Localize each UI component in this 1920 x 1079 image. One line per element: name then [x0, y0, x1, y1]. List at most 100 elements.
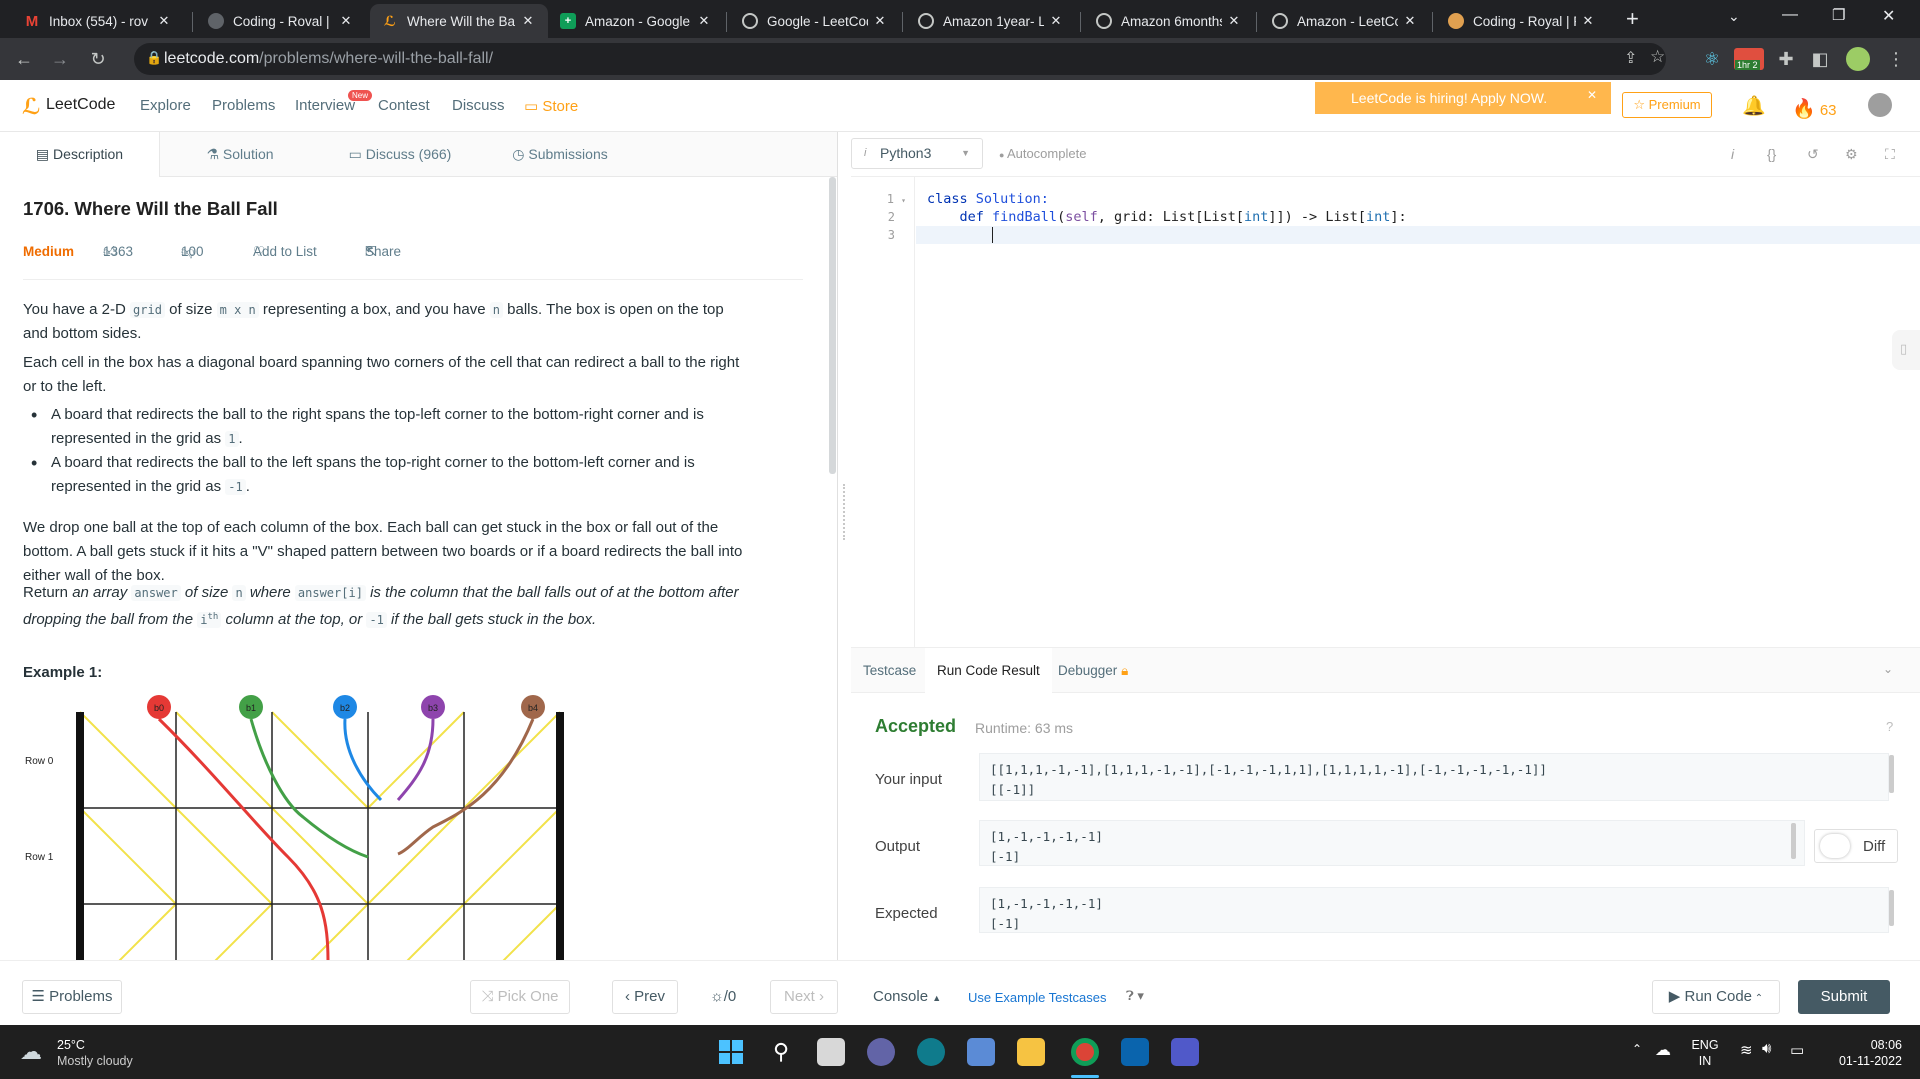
close-icon[interactable]: ✕: [156, 13, 172, 29]
info-icon[interactable]: i: [1731, 146, 1734, 162]
premium-button[interactable]: ☆ Premium: [1622, 92, 1712, 118]
volume-icon[interactable]: 🔊︎: [1762, 1040, 1771, 1057]
close-window-icon[interactable]: ✕: [1882, 6, 1895, 26]
hiring-banner[interactable]: LeetCode is hiring! Apply NOW. ✕: [1315, 82, 1611, 114]
nav-discuss[interactable]: Discuss: [452, 97, 505, 114]
browser-tab[interactable]: + Amazon - Google ✕: [548, 4, 724, 38]
photos-icon[interactable]: [967, 1038, 995, 1066]
react-devtools-icon[interactable]: ⚛: [1700, 47, 1724, 71]
profile-avatar[interactable]: [1846, 47, 1870, 71]
extension-icon[interactable]: 1hr 2: [1734, 48, 1764, 70]
browser-tab[interactable]: Coding - Roval | H ✕: [196, 4, 366, 38]
user-avatar-icon[interactable]: [1868, 93, 1892, 117]
close-icon[interactable]: ✕: [1587, 88, 1597, 102]
minimize-icon[interactable]: —: [1782, 6, 1798, 24]
battery-icon[interactable]: ▭: [1790, 1041, 1804, 1059]
leetcode-logo-icon[interactable]: ℒ: [22, 94, 41, 120]
extensions-puzzle-icon[interactable]: ✚: [1774, 47, 1798, 71]
tab-run-code-result[interactable]: Run Code Result: [925, 648, 1052, 693]
share-icon[interactable]: ⇪: [1624, 48, 1637, 68]
nav-problems[interactable]: Problems: [212, 97, 275, 114]
notification-bell-icon[interactable]: 🔔: [1742, 94, 1766, 118]
input-box[interactable]: [[1,1,1,-1,-1],[1,1,1,-1,-1],[-1,-1,-1,1…: [979, 753, 1889, 801]
diff-toggle[interactable]: Diff: [1814, 829, 1898, 863]
next-button[interactable]: Next ›: [770, 980, 838, 1014]
help-icon[interactable]: ?: [1886, 719, 1893, 734]
teams-chat-icon[interactable]: [867, 1038, 895, 1066]
weather-cloud-icon[interactable]: ☁: [20, 1039, 42, 1065]
nav-explore[interactable]: Explore: [140, 97, 191, 114]
prev-button[interactable]: ‹ Prev: [612, 980, 678, 1014]
code-editor[interactable]: 1 ▾ 2 3 class Solution: def findBall(sel…: [851, 177, 1920, 647]
restore-icon[interactable]: ❐: [1832, 6, 1845, 24]
weather-widget[interactable]: 25°C Mostly cloudy: [57, 1037, 133, 1069]
onedrive-icon[interactable]: ☁: [1655, 1040, 1671, 1060]
tab-description[interactable]: ▤ Description: [0, 132, 160, 177]
windows-start-icon[interactable]: [717, 1038, 745, 1066]
back-icon[interactable]: ←: [12, 47, 36, 71]
chrome-icon[interactable]: [1071, 1038, 1099, 1066]
close-icon[interactable]: ✕: [338, 13, 354, 29]
chevron-down-icon[interactable]: ⌄: [1883, 662, 1893, 676]
edge-icon[interactable]: [917, 1038, 945, 1066]
run-code-button[interactable]: ▶ Run Code ⌃: [1652, 980, 1780, 1014]
address-bar[interactable]: 🔒 leetcode.com/problems/where-will-the-b…: [134, 43, 1666, 75]
use-example-testcases-link[interactable]: Use Example Testcases: [968, 990, 1107, 1005]
browser-tab-active[interactable]: ℒ Where Will the Ba ✕: [370, 4, 548, 38]
tab-solution[interactable]: ⚗ Solution: [160, 132, 320, 177]
browser-tab[interactable]: Coding - Royal | F ✕: [1436, 4, 1608, 38]
close-icon[interactable]: ✕: [1402, 13, 1418, 29]
reload-icon[interactable]: ↻: [86, 47, 110, 71]
close-icon[interactable]: ✕: [1580, 13, 1596, 29]
scrollbar-thumb[interactable]: [829, 177, 836, 474]
problems-button[interactable]: ☰ Problems: [22, 980, 122, 1014]
close-icon[interactable]: ✕: [872, 13, 888, 29]
wifi-icon[interactable]: ≋: [1740, 1041, 1753, 1059]
leetcode-logo-text[interactable]: LeetCode: [46, 96, 115, 114]
new-tab-icon[interactable]: +: [1626, 6, 1639, 32]
nav-interview[interactable]: Interview: [295, 97, 355, 114]
search-icon[interactable]: ⚲: [767, 1038, 795, 1066]
toggle-switch[interactable]: [1820, 834, 1850, 858]
outlook-icon[interactable]: [1121, 1038, 1149, 1066]
fullscreen-icon[interactable]: ⛶: [1885, 146, 1895, 163]
tab-submissions[interactable]: ◷ Submissions: [480, 132, 640, 177]
help-icon[interactable]: ❓︎ ▾: [1126, 988, 1144, 1004]
teams-icon[interactable]: [1171, 1038, 1199, 1066]
chevron-up-icon[interactable]: ⌃: [1632, 1042, 1642, 1056]
close-icon[interactable]: ✕: [1226, 13, 1242, 29]
tab-debugger[interactable]: Debugger 🔒︎: [1058, 648, 1128, 693]
task-view-icon[interactable]: [817, 1038, 845, 1066]
scrollbar-thumb[interactable]: [1889, 755, 1894, 793]
reset-icon[interactable]: ↺: [1807, 146, 1819, 163]
nav-contest[interactable]: Contest: [378, 97, 430, 114]
browser-tab[interactable]: Amazon 6months ✕: [1084, 4, 1254, 38]
scrollbar-thumb[interactable]: [1889, 890, 1894, 926]
close-icon[interactable]: ✕: [1048, 13, 1064, 29]
tab-testcase[interactable]: Testcase: [863, 648, 916, 693]
language-indicator[interactable]: ENG IN: [1690, 1037, 1720, 1069]
browser-tab[interactable]: M Inbox (554) - rov ✕: [12, 4, 184, 38]
streak-counter[interactable]: 🔥 63: [1792, 97, 1837, 121]
close-icon[interactable]: ✕: [696, 13, 712, 29]
pick-one-button[interactable]: ⤨ Pick One: [470, 980, 570, 1014]
tab-discuss[interactable]: ▭ Discuss (966): [320, 132, 480, 177]
close-icon[interactable]: ✕: [520, 13, 536, 29]
bookmark-star-icon[interactable]: ☆: [1650, 47, 1665, 67]
braces-icon[interactable]: {}: [1767, 146, 1776, 162]
side-handle[interactable]: ▯: [1892, 330, 1920, 370]
console-toggle[interactable]: Console ▲: [873, 988, 941, 1005]
side-panel-icon[interactable]: ◧: [1808, 47, 1832, 71]
clock[interactable]: 08:06 01-11-2022: [1832, 1037, 1902, 1069]
nav-store[interactable]: ▭ Store: [524, 97, 578, 115]
forward-icon[interactable]: →: [48, 47, 72, 71]
browser-tab[interactable]: Amazon - LeetCo ✕: [1260, 4, 1430, 38]
browser-tab[interactable]: Amazon 1year- L ✕: [906, 4, 1076, 38]
scrollbar-thumb[interactable]: [1791, 823, 1796, 859]
file-explorer-icon[interactable]: [1017, 1038, 1045, 1066]
browser-tab[interactable]: Google - LeetCod ✕: [730, 4, 900, 38]
language-select[interactable]: i Python3 ▼: [851, 138, 983, 169]
submit-button[interactable]: Submit: [1798, 980, 1890, 1014]
autocomplete-toggle[interactable]: ● Autocomplete: [999, 146, 1086, 161]
menu-icon[interactable]: ⋮: [1884, 47, 1908, 71]
